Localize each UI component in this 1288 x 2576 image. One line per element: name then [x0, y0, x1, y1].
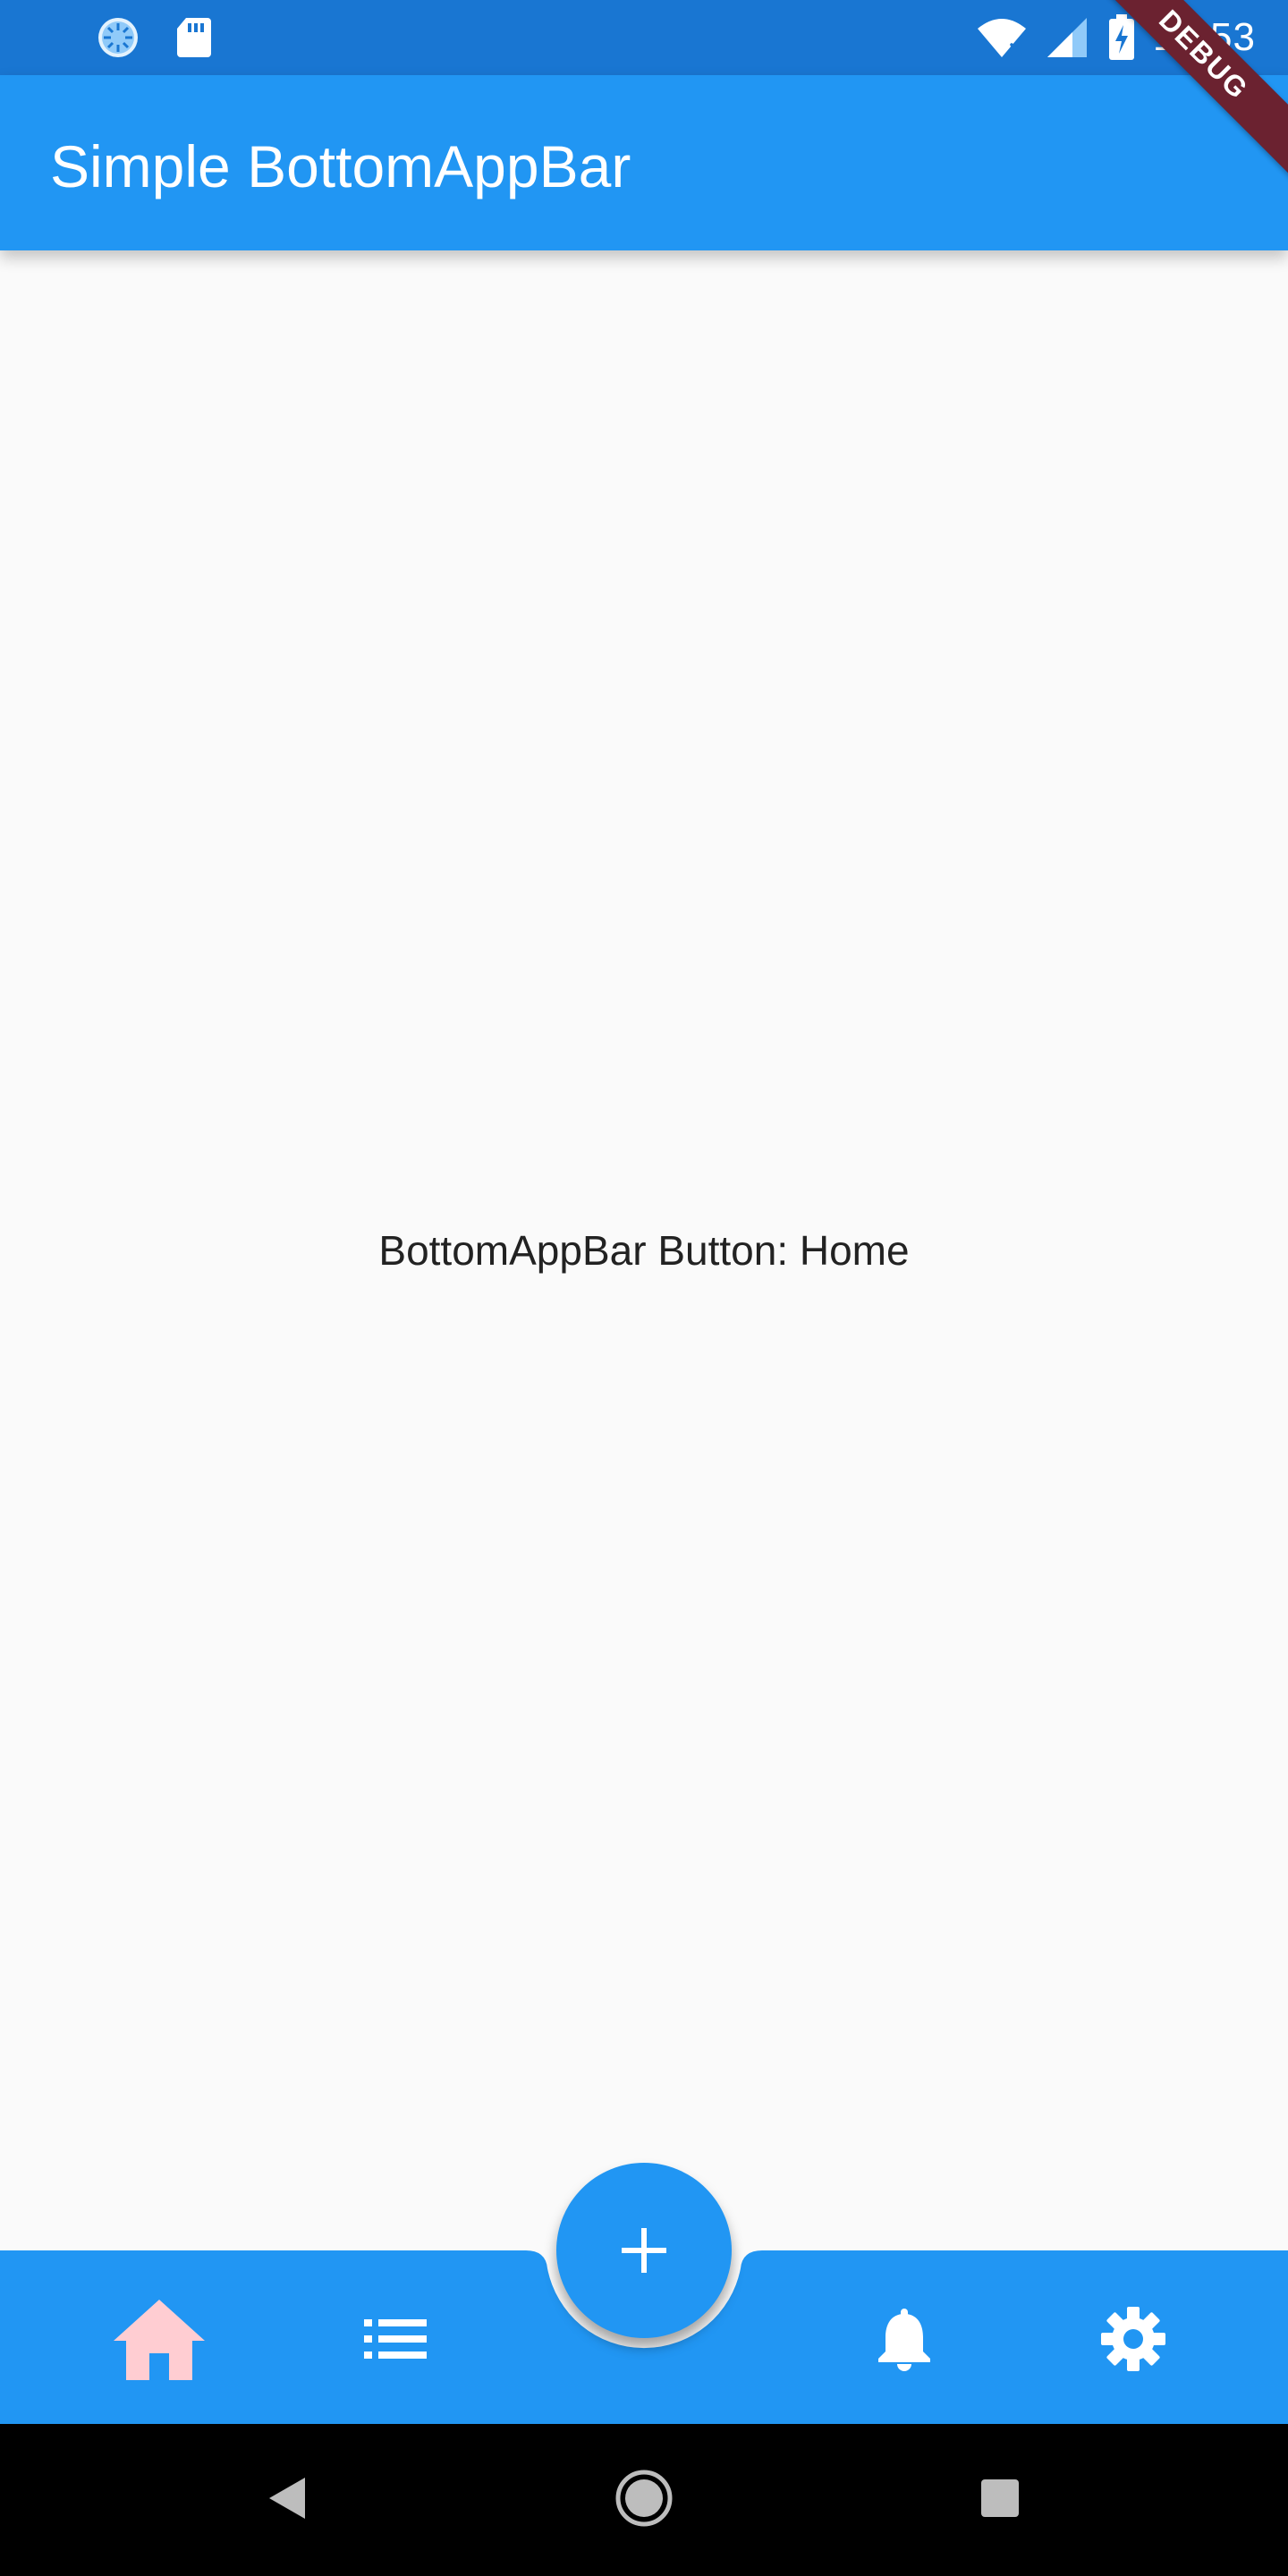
add-fab-button[interactable]: [556, 2163, 732, 2338]
system-recents-button[interactable]: [955, 2460, 1045, 2540]
recents-icon: [979, 2478, 1021, 2523]
app-bar: Simple BottomAppBar: [0, 75, 1288, 250]
bell-icon: [877, 2307, 932, 2371]
back-icon: [266, 2476, 307, 2525]
plus-icon: [620, 2226, 668, 2275]
cell-signal-icon: [1046, 16, 1090, 59]
system-back-button[interactable]: [242, 2460, 331, 2540]
home-circle-icon: [614, 2469, 674, 2532]
system-navigation-bar: [0, 2424, 1288, 2576]
page-title: Simple BottomAppBar: [50, 133, 631, 199]
selected-button-message: BottomAppBar Button: Home: [378, 1227, 910, 1274]
bottom-bar-settings-button[interactable]: [1080, 2290, 1187, 2388]
system-home-button[interactable]: [599, 2460, 689, 2540]
home-icon: [112, 2296, 207, 2382]
list-icon: [364, 2319, 427, 2359]
bottom-bar-home-button[interactable]: [106, 2290, 213, 2388]
bottom-bar-list-button[interactable]: [342, 2290, 449, 2388]
wifi-icon: [976, 16, 1028, 59]
sync-icon: [97, 16, 140, 59]
status-left-icons: [97, 16, 213, 59]
sd-card-icon: [175, 16, 213, 59]
status-bar: 12:53: [0, 0, 1288, 75]
battery-charging-icon: [1108, 14, 1135, 61]
gear-icon: [1099, 2305, 1167, 2373]
bottom-bar-notifications-button[interactable]: [851, 2290, 958, 2388]
